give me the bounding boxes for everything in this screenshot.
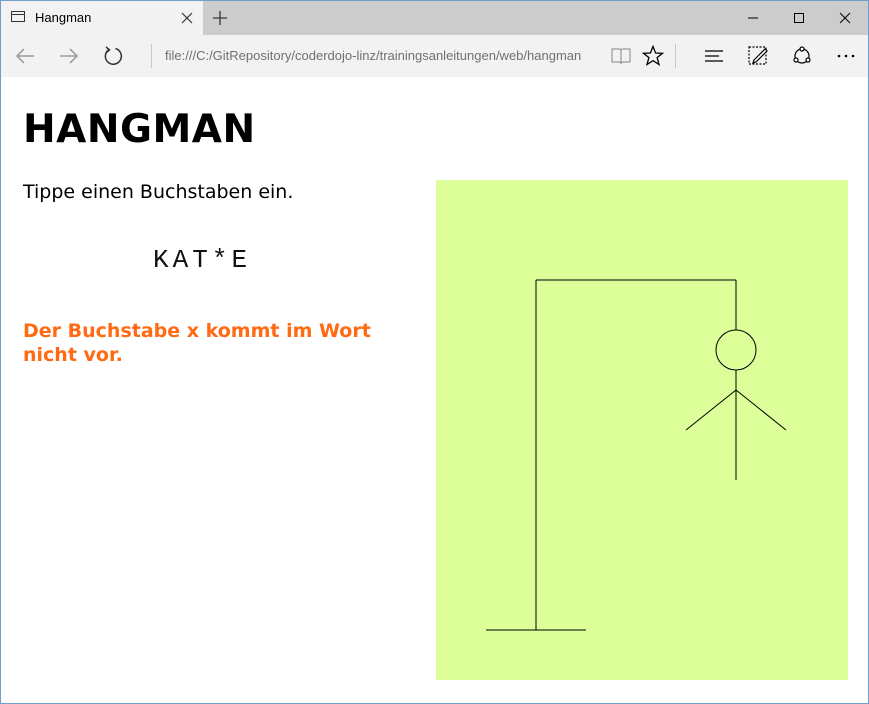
tab-bar: Hangman <box>1 1 868 35</box>
page-content: HANGMAN Tippe einen Buchstaben ein. KAT*… <box>1 77 868 703</box>
forward-arrow-icon[interactable] <box>57 44 81 68</box>
maximize-icon[interactable] <box>776 1 822 35</box>
tab-title: Hangman <box>35 10 92 25</box>
toolbar-separator <box>675 44 676 68</box>
share-icon[interactable] <box>790 44 814 68</box>
browser-window: Hangman file:///C:/GitRepository/coderdo… <box>0 0 869 704</box>
address-separator <box>151 44 152 68</box>
hangman-head <box>715 329 757 371</box>
guessed-word: KAT*E <box>153 245 251 275</box>
more-icon[interactable] <box>834 44 858 68</box>
web-note-icon[interactable] <box>746 44 770 68</box>
word-letter: A <box>172 245 193 275</box>
hangman-right-arm <box>735 389 787 431</box>
close-icon[interactable] <box>179 10 195 26</box>
instruction-text: Tippe einen Buchstaben ein. <box>23 181 294 203</box>
navigation-bar: file:///C:/GitRepository/coderdojo-linz/… <box>1 35 868 77</box>
window-close-icon[interactable] <box>822 1 868 35</box>
refresh-icon[interactable] <box>101 44 125 68</box>
word-letter: K <box>153 245 173 275</box>
hub-icon[interactable] <box>702 44 726 68</box>
guess-feedback-message: Der Buchstabe x kommt im Wort nicht vor. <box>23 320 371 366</box>
back-arrow-icon[interactable] <box>13 44 37 68</box>
word-letter: * <box>211 245 232 275</box>
hangman-left-arm <box>685 389 737 431</box>
word-letter: T <box>192 245 212 275</box>
minimize-icon[interactable] <box>730 1 776 35</box>
star-icon[interactable] <box>641 44 665 68</box>
hangman-canvas <box>436 180 848 680</box>
page-title: HANGMAN <box>23 107 256 152</box>
plus-icon[interactable] <box>211 9 229 27</box>
browser-tab[interactable]: Hangman <box>1 1 203 35</box>
address-bar[interactable]: file:///C:/GitRepository/coderdojo-linz/… <box>165 48 597 66</box>
page-icon <box>11 11 25 22</box>
reading-view-icon[interactable] <box>609 44 633 68</box>
word-letter: E <box>231 245 252 275</box>
